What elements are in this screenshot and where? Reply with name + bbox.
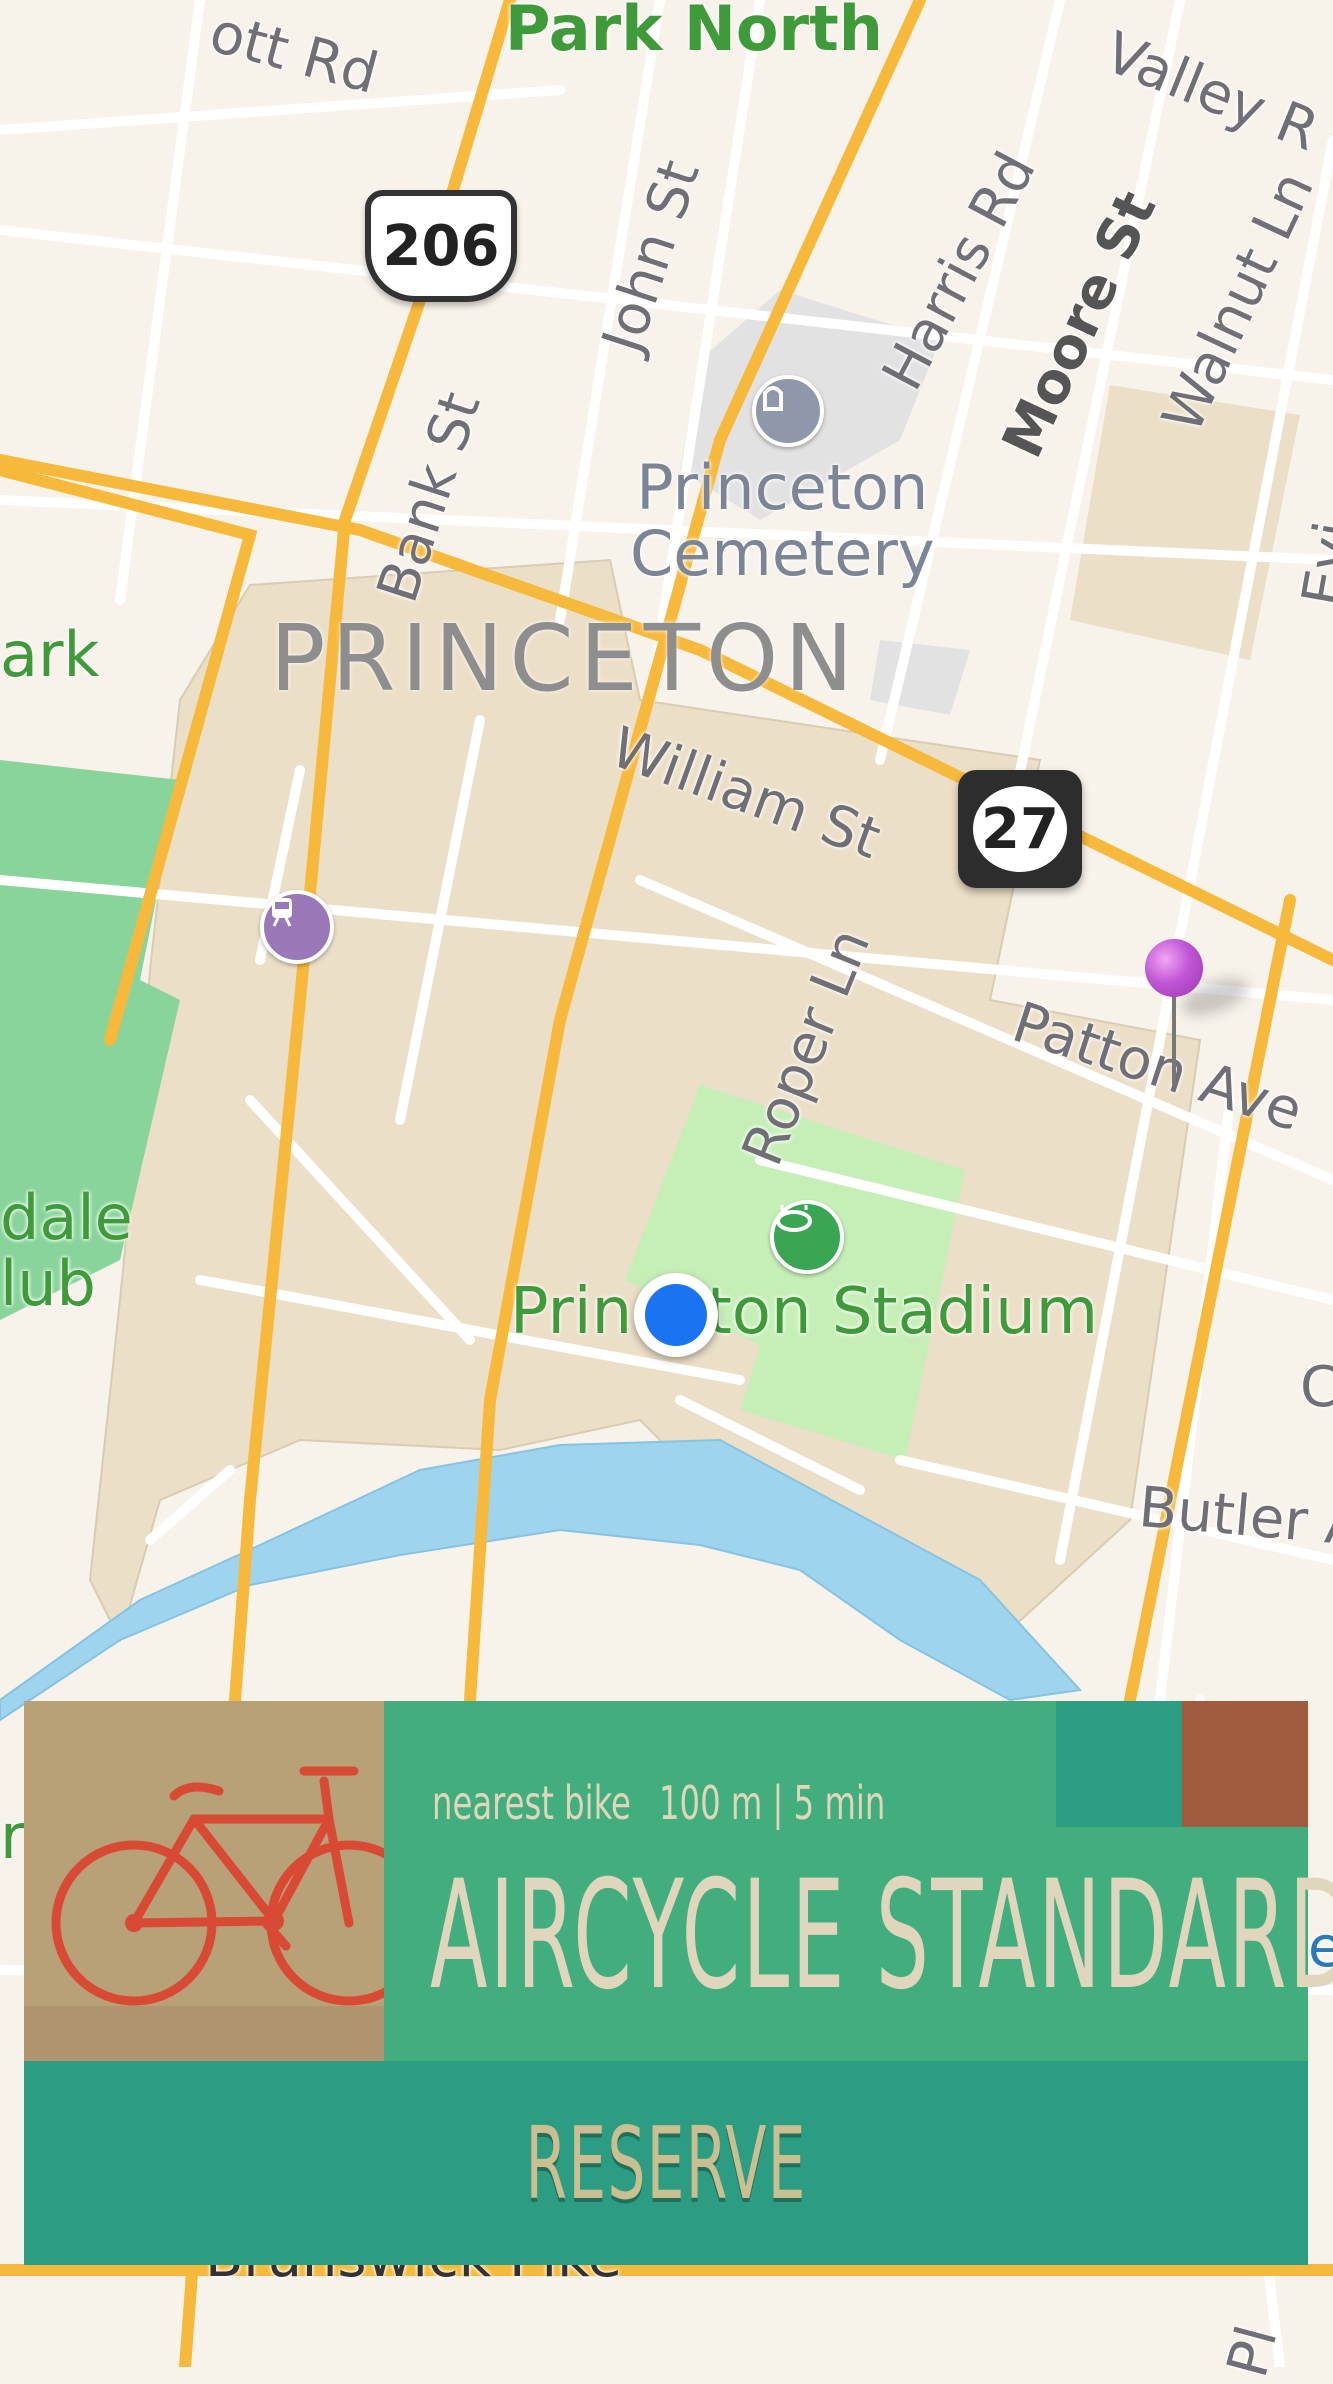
nearest-label: nearest bike <box>432 1776 631 1830</box>
bike-info-panel[interactable]: nearest bike 100 m | 5 min AIRCYCLE STAND… <box>24 1701 1333 2061</box>
nearest-bike-info: nearest bike 100 m | 5 min <box>432 1776 885 1830</box>
label-edge-r: r <box>0 1800 26 1873</box>
user-location-icon[interactable] <box>634 1273 718 1357</box>
color-swatch-teal <box>1056 1701 1182 1827</box>
distance-time: 100 m | 5 min <box>659 1776 886 1830</box>
color-swatch-brown <box>1182 1701 1308 1827</box>
nearest-bike-card: nearest bike 100 m | 5 min AIRCYCLE STAND… <box>24 1701 1333 2265</box>
dropped-pin-icon[interactable] <box>1145 939 1203 997</box>
cemetery-icon[interactable] <box>752 375 824 447</box>
label-princeton-stadium: Princeton Stadium <box>510 1275 1099 1349</box>
label-park-west: ark <box>0 618 100 691</box>
route-27-shield: 27 <box>958 770 1082 888</box>
reserve-button[interactable]: RESERVE <box>24 2061 1308 2265</box>
label-princeton-cemetery: Princeton Cemetery <box>630 451 935 590</box>
route-206-shield: 206 <box>365 190 517 302</box>
train-station-icon[interactable] <box>260 890 334 964</box>
label-city-princeton: PRINCETON <box>270 605 860 712</box>
bike-thumbnail <box>24 1701 384 2061</box>
label-dale-club: dale lub <box>0 1181 133 1320</box>
stadium-icon[interactable] <box>770 1200 844 1274</box>
pin-stick <box>1172 995 1176 1085</box>
bike-model-name: AIRCYCLE STANDARD <box>430 1849 1333 2023</box>
reserve-button-label: RESERVE <box>525 2105 807 2222</box>
label-edge-c: C <box>1300 1355 1333 1420</box>
bicycle-icon <box>51 1766 384 2006</box>
route-27-number: 27 <box>973 786 1067 872</box>
label-park-north: Park North <box>505 0 883 65</box>
